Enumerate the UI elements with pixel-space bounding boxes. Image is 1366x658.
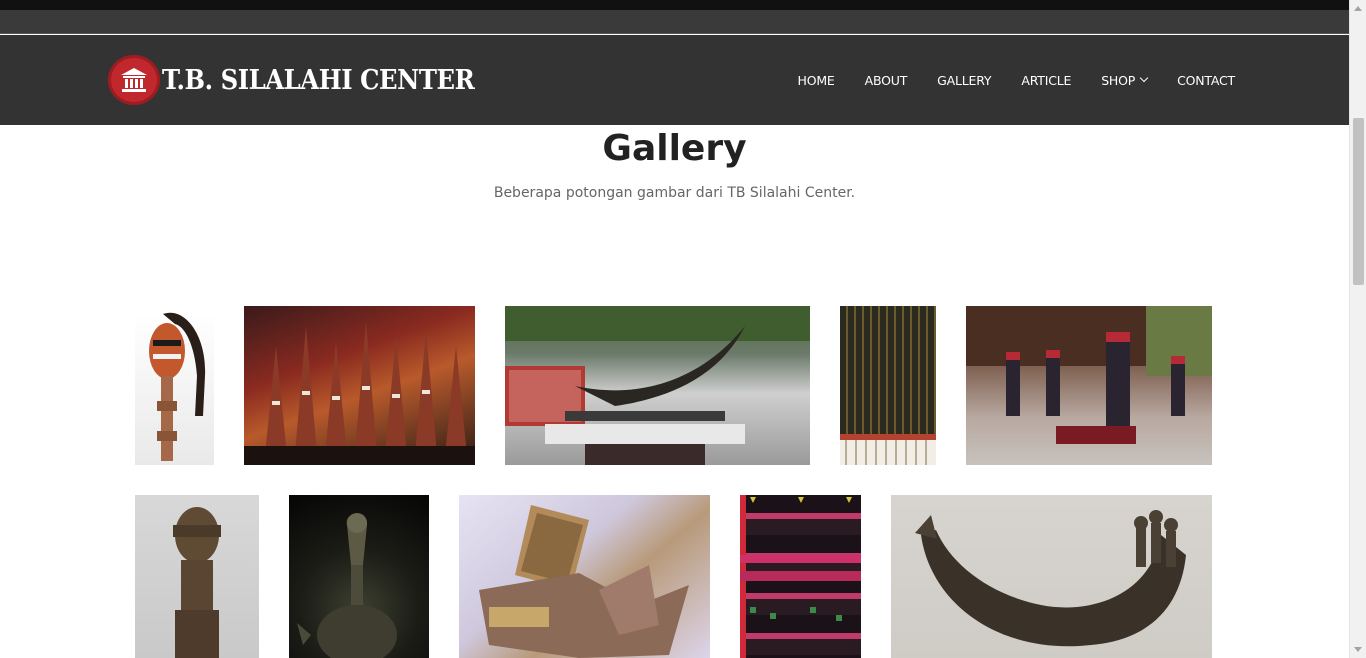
gallery-image-horn-container[interactable] [891, 495, 1212, 658]
gallery-image-buffalo-horn-exhibit[interactable] [505, 306, 810, 465]
scrollbar-thumb[interactable] [1353, 118, 1364, 285]
scroll-up-arrow-icon[interactable] [1354, 6, 1362, 11]
nav-item-article[interactable]: ARTICLE [1021, 73, 1071, 88]
gallery-image-striped-ulos[interactable] [840, 306, 936, 465]
page-title: Gallery [602, 128, 747, 169]
page-subtitle: Beberapa potongan gambar dari TB Silalah… [493, 185, 856, 201]
site-header: T.B. SILALAHI CENTER HOME ABOUT GALLERY … [0, 35, 1349, 125]
page-scrollbar[interactable] [1349, 0, 1366, 658]
museum-building-icon [108, 55, 160, 105]
gallery-image-mask-figure[interactable] [135, 306, 214, 465]
chevron-down-icon [1139, 73, 1149, 83]
top-sub-bar [0, 10, 1349, 34]
site-logo-text: T.B. SILALAHI CENTER [162, 64, 475, 96]
nav-item-shop[interactable]: SHOP [1101, 72, 1149, 88]
nav-item-shop-label: SHOP [1101, 72, 1136, 88]
scroll-down-arrow-icon[interactable] [1354, 647, 1362, 652]
nav-item-gallery[interactable]: GALLERY [937, 73, 991, 88]
nav-item-contact[interactable]: CONTACT [1177, 73, 1235, 88]
gallery-image-bronze-vessel[interactable] [289, 495, 429, 658]
site-logo[interactable]: T.B. SILALAHI CENTER [108, 55, 509, 105]
gallery-image-wooden-statue[interactable] [135, 495, 259, 658]
gallery-image-carved-souvenirs[interactable] [244, 306, 475, 465]
gallery-image-traditional-dancers[interactable] [966, 306, 1212, 465]
top-strip [0, 0, 1349, 10]
gallery-image-pink-ulos[interactable] [740, 495, 861, 658]
nav-item-about[interactable]: ABOUT [865, 73, 908, 88]
nav-item-home[interactable]: HOME [798, 73, 835, 88]
gallery-image-folded-bark-book[interactable] [459, 495, 710, 658]
main-nav: HOME ABOUT GALLERY ARTICLE SHOP CONTACT [768, 35, 1236, 125]
